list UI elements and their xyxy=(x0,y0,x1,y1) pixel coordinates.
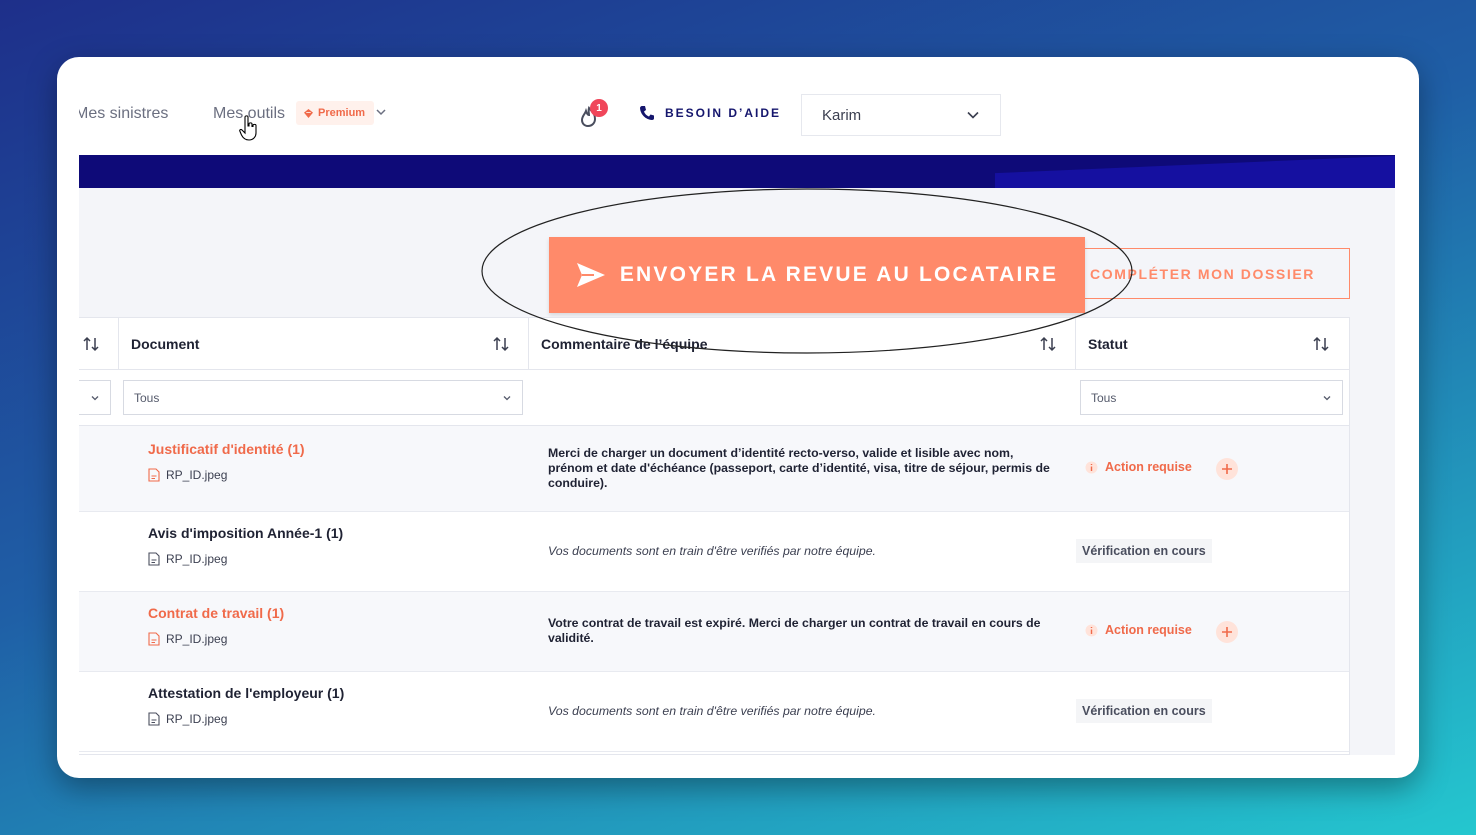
status-action-required: Action requise xyxy=(1085,623,1192,637)
chevron-down-icon xyxy=(91,395,99,400)
table-header-row: Document Commentaire de l’équipe Statut xyxy=(79,318,1349,370)
document-filter-select[interactable]: Tous xyxy=(123,380,523,415)
add-document-button[interactable] xyxy=(1216,621,1238,643)
info-icon xyxy=(1085,461,1098,473)
row-comment: Votre contrat de travail est expiré. Mer… xyxy=(548,616,1041,645)
file-link[interactable]: RP_ID.jpeg xyxy=(148,468,227,482)
document-title[interactable]: Contrat de travail (1) xyxy=(148,605,284,621)
table-header-status-label: Statut xyxy=(1088,336,1128,352)
add-document-button[interactable] xyxy=(1216,458,1238,480)
row-comment: Vos documents sont en train d'être verif… xyxy=(548,704,876,718)
file-link[interactable]: RP_ID.jpeg xyxy=(148,712,227,726)
status-label: Action requise xyxy=(1105,623,1192,637)
chevron-down-icon xyxy=(503,395,511,400)
phone-icon xyxy=(640,106,654,120)
sort-icon[interactable] xyxy=(1039,335,1057,353)
table-header-status[interactable]: Statut xyxy=(1076,318,1349,370)
table-row: Contrat de travail (1) RP_ID.jpeg Votre … xyxy=(79,592,1349,672)
dossier-content: COMPLÉTER MON DOSSIER ENVOYER LA REVUE A… xyxy=(79,188,1395,755)
help-link[interactable]: BESOIN D’AIDE xyxy=(639,105,781,121)
document-filter-value: Tous xyxy=(134,390,160,405)
info-icon xyxy=(1085,624,1098,636)
row-comment: Vos documents sont en train d'être verif… xyxy=(548,544,876,558)
page-banner xyxy=(79,155,1395,188)
table-row: Avis d'imposition Année-1 (1) RP_ID.jpeg… xyxy=(79,512,1349,592)
row-comment: Merci de charger un document d’identité … xyxy=(548,446,1050,490)
file-name: RP_ID.jpeg xyxy=(166,632,228,646)
plus-icon xyxy=(1222,464,1232,474)
file-name: RP_ID.jpeg xyxy=(166,552,228,566)
help-link-label: BESOIN D’AIDE xyxy=(665,106,782,120)
top-nav: Mes sinistres Mes outils Premium 1 BESOI… xyxy=(79,79,1395,155)
nav-mes-sinistres[interactable]: Mes sinistres xyxy=(79,105,168,123)
sort-icon[interactable] xyxy=(1312,335,1330,353)
send-review-label: ENVOYER LA REVUE AU LOCATAIRE xyxy=(619,263,1059,286)
table-header-comment[interactable]: Commentaire de l’équipe xyxy=(529,318,1076,370)
notification-badge: 1 xyxy=(590,99,608,117)
previous-column-filter[interactable] xyxy=(79,380,111,415)
status-filter-value: Tous xyxy=(1091,390,1117,405)
document-title[interactable]: Attestation de l'employeur (1) xyxy=(148,685,344,701)
table-header-document[interactable]: Document xyxy=(119,318,529,370)
send-review-button[interactable]: ENVOYER LA REVUE AU LOCATAIRE xyxy=(549,237,1085,313)
table-header-document-label: Document xyxy=(131,336,200,352)
file-icon xyxy=(148,712,160,726)
file-link[interactable]: RP_ID.jpeg xyxy=(148,552,227,566)
banner-decoration xyxy=(995,155,1395,188)
sort-icon[interactable] xyxy=(492,335,510,353)
status-verification: Vérification en cours xyxy=(1076,539,1212,563)
chevron-down-icon[interactable] xyxy=(374,105,388,119)
premium-badge: Premium xyxy=(296,101,375,125)
status-filter-select[interactable]: Tous xyxy=(1080,380,1343,415)
chevron-down-icon xyxy=(1323,395,1331,400)
file-icon xyxy=(148,632,160,646)
plus-icon xyxy=(1222,627,1232,637)
file-name: RP_ID.jpeg xyxy=(166,468,228,482)
document-title[interactable]: Justificatif d'identité (1) xyxy=(148,441,305,457)
status-action-required: Action requise xyxy=(1085,460,1192,474)
sort-icon[interactable] xyxy=(82,335,100,353)
table-row: Attestation de l'employeur (1) RP_ID.jpe… xyxy=(79,672,1349,752)
documents-table: Document Commentaire de l’équipe Statut xyxy=(79,317,1350,755)
complete-file-button[interactable]: COMPLÉTER MON DOSSIER xyxy=(1047,248,1350,299)
premium-badge-label: Premium xyxy=(318,107,366,119)
pointer-cursor-icon xyxy=(239,115,257,141)
status-verification: Vérification en cours xyxy=(1076,699,1212,723)
file-name: RP_ID.jpeg xyxy=(166,712,228,726)
page-viewport: Mes sinistres Mes outils Premium 1 BESOI… xyxy=(79,79,1395,755)
send-icon xyxy=(576,263,605,287)
document-title[interactable]: Avis d'imposition Année-1 (1) xyxy=(148,525,343,541)
file-icon xyxy=(148,552,160,566)
user-name: Karim xyxy=(822,106,862,124)
premium-gem-icon xyxy=(304,108,313,118)
table-filter-row: Tous Tous xyxy=(79,370,1349,426)
user-menu-select[interactable]: Karim xyxy=(801,94,1001,136)
file-link[interactable]: RP_ID.jpeg xyxy=(148,632,227,646)
app-window: Mes sinistres Mes outils Premium 1 BESOI… xyxy=(57,57,1419,778)
table-header-comment-label: Commentaire de l’équipe xyxy=(541,336,708,352)
file-icon xyxy=(148,468,160,482)
chevron-down-icon xyxy=(967,111,979,119)
status-label: Action requise xyxy=(1105,460,1192,474)
table-row: Justificatif d'identité (1) RP_ID.jpeg M… xyxy=(79,426,1349,512)
